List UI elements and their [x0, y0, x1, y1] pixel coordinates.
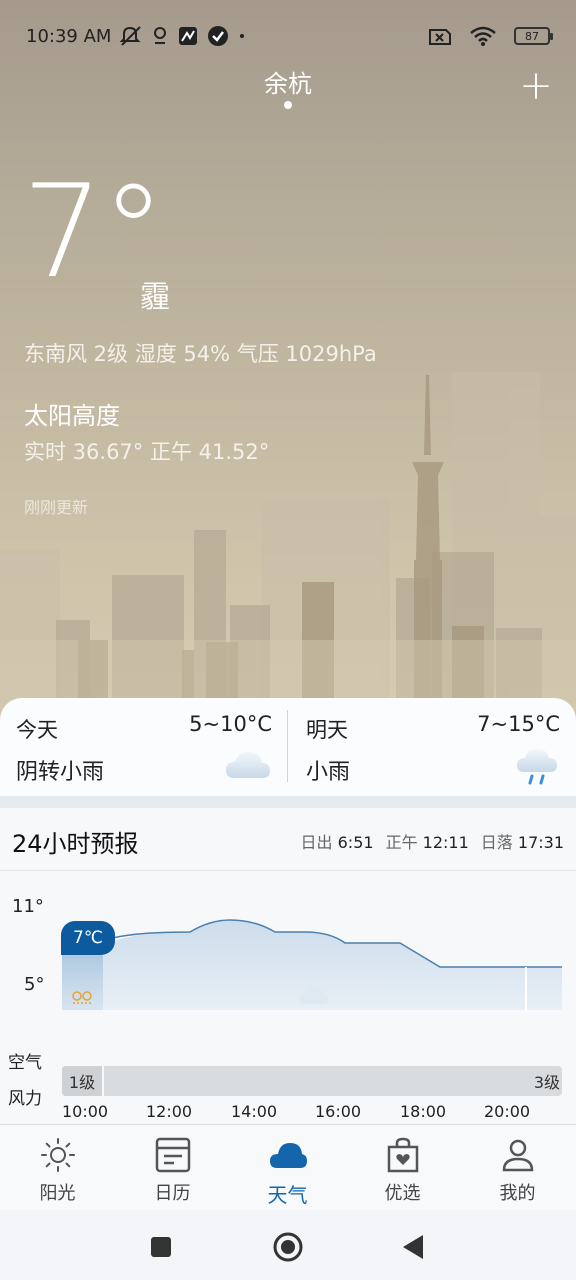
nav-item-calendar[interactable]: 日历	[115, 1125, 230, 1211]
weather-details: 东南风 2级 湿度 54% 气压 1029hPa	[24, 342, 377, 366]
noon-time: 12:11	[422, 833, 469, 852]
more-notifications-dot-icon	[237, 31, 247, 41]
location-icon	[151, 25, 169, 47]
cloud-icon	[224, 746, 272, 788]
noon-label: 正午	[385, 833, 418, 852]
wind-level-start: 1级	[62, 1066, 104, 1096]
nav-item-weather[interactable]: 天气	[230, 1125, 345, 1211]
wind-level-bar: 1级 3级	[62, 1066, 562, 1096]
nav-label: 我的	[499, 1183, 536, 1204]
today-condition: 阴转小雨	[16, 760, 105, 785]
tomorrow-temp-range: 7~15°C	[477, 712, 560, 736]
sun-altitude-values: 实时 36.67° 正午 41.52°	[24, 440, 270, 464]
nav-item-selection[interactable]: 优选	[345, 1125, 460, 1211]
hourly-temperature-chart[interactable]	[0, 900, 576, 1020]
nav-label: 阳光	[39, 1183, 76, 1204]
forecast-title: 24小时预报	[12, 830, 139, 858]
update-status: 刚刚更新	[24, 498, 89, 517]
back-button[interactable]	[396, 1230, 430, 1264]
rain-icon	[516, 746, 558, 790]
daily-summary-card: 今天 5~10°C 阴转小雨 明天 7~15°C 小雨	[0, 698, 576, 796]
nav-item-profile[interactable]: 我的	[460, 1125, 575, 1211]
sun-icon	[39, 1135, 77, 1175]
today-summary[interactable]: 今天 5~10°C 阴转小雨	[0, 698, 288, 796]
home-button[interactable]	[271, 1230, 305, 1264]
bottom-navigation: 阳光 日历 天气 优选 我的	[0, 1124, 576, 1210]
today-label: 今天	[16, 718, 58, 742]
app-notification-icon	[177, 25, 199, 47]
sunset-time: 17:31	[517, 833, 564, 852]
hour-label: 10:00	[62, 1102, 109, 1121]
person-icon	[501, 1135, 535, 1175]
system-navigation-bar	[0, 1210, 576, 1280]
hour-label: 18:00	[400, 1102, 447, 1121]
nav-label: 优选	[384, 1183, 421, 1204]
hour-label: 16:00	[315, 1102, 362, 1121]
tomorrow-summary[interactable]: 明天 7~15°C 小雨	[288, 698, 576, 796]
shopping-bag-icon	[385, 1135, 421, 1175]
current-condition: 霾	[140, 280, 170, 315]
wifi-icon	[470, 26, 496, 46]
sunset-label: 日落	[480, 833, 513, 852]
weather-hero: 10:39 AM 87 余杭 + 7° 霾 东南风 2级 湿度 54% 气压 1…	[0, 0, 576, 720]
sunrise-time: 6:51	[337, 833, 374, 852]
status-bar: 10:39 AM 87	[26, 20, 553, 52]
tomorrow-condition: 小雨	[306, 760, 351, 785]
forecast-divider	[0, 870, 576, 871]
nav-label: 日历	[154, 1183, 191, 1204]
section-separator	[0, 796, 576, 808]
tomorrow-label: 明天	[306, 718, 348, 742]
calendar-icon	[154, 1135, 192, 1175]
page-indicator-dot	[284, 101, 292, 109]
mute-icon	[119, 25, 143, 47]
hour-label: 12:00	[146, 1102, 193, 1121]
hour-label: 14:00	[231, 1102, 278, 1121]
current-temp-tag: 7℃	[61, 921, 115, 955]
wind-label: 风力	[8, 1089, 42, 1109]
sun-altitude-title[interactable]: 太阳高度	[24, 396, 120, 431]
nav-item-sunshine[interactable]: 阳光	[0, 1125, 115, 1211]
today-temp-range: 5~10°C	[189, 712, 272, 736]
nav-label: 天气	[267, 1183, 308, 1207]
city-name[interactable]: 余杭	[0, 64, 576, 99]
sun-times: 日出 6:51 正午 12:11 日落 17:31	[301, 829, 564, 853]
weather-cloud-icon	[268, 1135, 308, 1175]
recent-apps-button[interactable]	[144, 1230, 178, 1264]
air-quality-label: 空气	[8, 1053, 42, 1073]
hour-label: 20:00	[484, 1102, 531, 1121]
add-city-button[interactable]: +	[518, 66, 554, 106]
sunrise-label: 日出	[300, 833, 333, 852]
no-sim-icon	[428, 26, 452, 46]
battery-indicator: 87	[514, 27, 553, 45]
check-circle-icon	[207, 25, 229, 47]
status-time: 10:39 AM	[26, 25, 112, 47]
wind-level-end: 3级	[533, 1073, 560, 1092]
